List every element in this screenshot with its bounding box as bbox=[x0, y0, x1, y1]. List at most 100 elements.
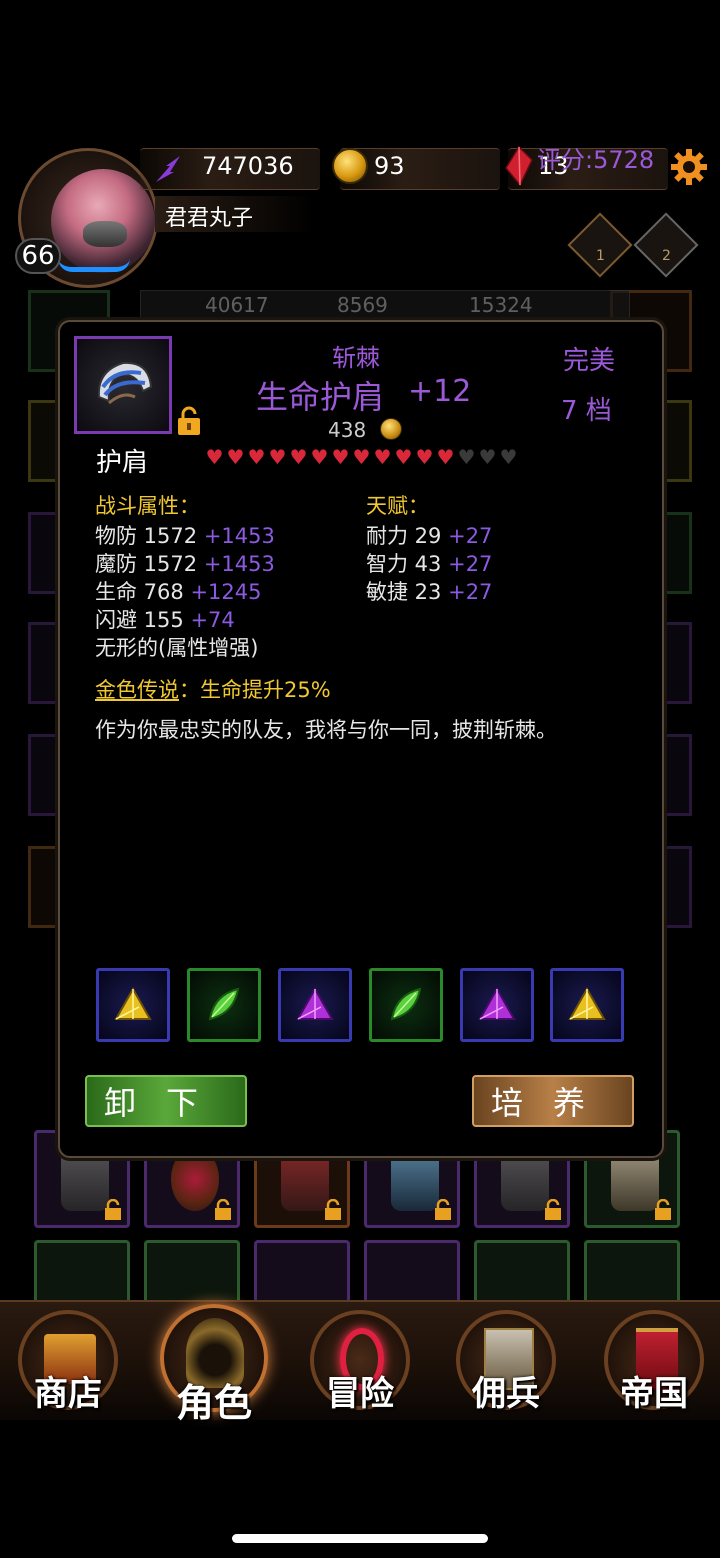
combat-stat: 魔防 1572 +1453 bbox=[95, 548, 275, 578]
heart-full-icon: ♥ bbox=[268, 445, 287, 469]
level-badge: 66 bbox=[15, 238, 61, 274]
item-slot-type: 护肩 bbox=[96, 448, 149, 478]
combat-stat: 物防 1572 +1453 bbox=[95, 520, 275, 550]
unequip-button[interactable]: 卸下 bbox=[85, 1075, 247, 1127]
lock-icon[interactable] bbox=[176, 406, 202, 436]
score-label: 评分:5728 bbox=[537, 146, 655, 174]
gem-socket[interactable] bbox=[369, 968, 443, 1042]
item-flavor-text: 作为你最忠实的队友，我将与你一同，披荆斩棘。 bbox=[95, 718, 557, 742]
stat-name: 敏捷 23 bbox=[366, 580, 442, 604]
stat-name: 物防 1572 bbox=[95, 524, 198, 548]
rank-number: 2 bbox=[662, 248, 671, 264]
xp-bar bbox=[58, 258, 130, 272]
item-cost: 438 bbox=[328, 418, 367, 442]
item-name: 生命护肩 bbox=[256, 378, 385, 416]
green-leaf-icon bbox=[208, 987, 240, 1021]
heart-full-icon: ♥ bbox=[352, 445, 371, 469]
stat-bonus: +27 bbox=[448, 524, 493, 548]
nav-adventure-label: 冒险 bbox=[326, 1374, 394, 1414]
talent-label: 天赋： bbox=[366, 494, 429, 518]
stat-bonus: +1453 bbox=[203, 552, 275, 576]
item-tier: 7 档 bbox=[561, 396, 612, 426]
gold-value: 93 bbox=[374, 152, 405, 180]
stat-bonus: +1453 bbox=[203, 524, 275, 548]
green-leaf-icon bbox=[390, 987, 422, 1021]
red-gem-icon[interactable] bbox=[504, 146, 534, 186]
gold-coin-icon[interactable] bbox=[332, 148, 368, 184]
heart-full-icon: ♥ bbox=[289, 445, 308, 469]
energy-icon bbox=[156, 156, 180, 182]
heart-full-icon: ♥ bbox=[310, 445, 329, 469]
lock-icon bbox=[435, 1199, 451, 1220]
stat-bonus: +74 bbox=[190, 608, 235, 632]
gem-socket[interactable] bbox=[96, 968, 170, 1042]
gold-crystal-icon bbox=[114, 986, 152, 1020]
heart-full-icon: ♥ bbox=[247, 445, 266, 469]
lock-icon bbox=[215, 1199, 231, 1220]
lock-icon bbox=[545, 1199, 561, 1220]
gold-coin-icon bbox=[380, 418, 402, 440]
item-thumbnail bbox=[74, 336, 172, 434]
lock-icon bbox=[325, 1199, 341, 1220]
bottom-nav: 商店 角色 冒险 佣兵 帝国 bbox=[0, 1300, 720, 1425]
background-stat-strip: 40617 8569 15324 bbox=[140, 290, 630, 320]
gem-socket[interactable] bbox=[278, 968, 352, 1042]
heart-empty-icon: ♥ bbox=[478, 445, 497, 469]
talent-stat: 敏捷 23 +27 bbox=[366, 576, 492, 606]
purple-crystal-icon bbox=[296, 986, 334, 1020]
item-affix: 无形的(属性增强) bbox=[95, 636, 259, 660]
legendary-effect: 金色传说：生命提升25% bbox=[95, 674, 331, 704]
nav-shop-label: 商店 bbox=[34, 1374, 102, 1414]
pauldron-icon bbox=[97, 361, 153, 405]
lock-icon bbox=[655, 1199, 671, 1220]
heart-empty-icon: ♥ bbox=[457, 445, 476, 469]
player-name: 君君丸子 bbox=[165, 206, 254, 231]
gold-crystal-icon bbox=[568, 986, 606, 1020]
strip-value: 15324 bbox=[469, 293, 533, 317]
talent-stat: 智力 43 +27 bbox=[366, 548, 492, 578]
energy-value: 747036 bbox=[202, 152, 294, 180]
legendary-effect-value: ：生命提升25% bbox=[179, 678, 331, 702]
strip-value: 8569 bbox=[337, 293, 388, 317]
train-button[interactable]: 培养 bbox=[472, 1075, 634, 1127]
stat-bonus: +27 bbox=[448, 552, 493, 576]
durability-hearts: ♥ ♥ ♥ ♥ ♥ ♥ ♥ ♥ ♥ ♥ ♥ ♥ ♥ ♥ ♥ bbox=[204, 446, 519, 470]
gear-icon[interactable] bbox=[670, 148, 708, 186]
heart-full-icon: ♥ bbox=[415, 445, 434, 469]
heart-full-icon: ♥ bbox=[373, 445, 392, 469]
stat-name: 智力 43 bbox=[366, 552, 442, 576]
heart-full-icon: ♥ bbox=[394, 445, 413, 469]
combat-stats-label: 战斗属性： bbox=[95, 494, 200, 518]
heart-full-icon: ♥ bbox=[436, 445, 455, 469]
stat-name: 魔防 1572 bbox=[95, 552, 198, 576]
gem-socket[interactable] bbox=[550, 968, 624, 1042]
heart-full-icon: ♥ bbox=[205, 445, 224, 469]
rank-badge-2[interactable] bbox=[633, 212, 699, 278]
stat-name: 生命 768 bbox=[95, 580, 184, 604]
rank-number: 1 bbox=[596, 248, 605, 264]
nav-mercenary-label: 佣兵 bbox=[472, 1374, 540, 1414]
stat-name: 闪避 155 bbox=[95, 608, 184, 632]
stat-bonus: +27 bbox=[448, 580, 493, 604]
home-indicator[interactable] bbox=[232, 1534, 488, 1543]
nav-empire-label: 帝国 bbox=[620, 1374, 688, 1414]
nav-character-label: 角色 bbox=[175, 1380, 252, 1425]
item-set-name: 斩棘 bbox=[332, 344, 380, 372]
purple-crystal-icon bbox=[478, 986, 516, 1020]
heart-full-icon: ♥ bbox=[331, 445, 350, 469]
gem-socket[interactable] bbox=[460, 968, 534, 1042]
item-enhance-level: +12 bbox=[408, 374, 472, 409]
strip-value: 40617 bbox=[205, 293, 269, 317]
combat-stat: 生命 768 +1245 bbox=[95, 576, 262, 606]
legendary-effect-link[interactable]: 金色传说 bbox=[95, 678, 179, 702]
heart-full-icon: ♥ bbox=[226, 445, 245, 469]
combat-stat: 闪避 155 +74 bbox=[95, 604, 235, 634]
lock-icon bbox=[105, 1199, 121, 1220]
rank-badge-1[interactable] bbox=[567, 212, 633, 278]
heart-empty-icon: ♥ bbox=[499, 445, 518, 469]
gem-socket[interactable] bbox=[187, 968, 261, 1042]
stat-name: 耐力 29 bbox=[366, 524, 442, 548]
talent-stat: 耐力 29 +27 bbox=[366, 520, 492, 550]
stat-bonus: +1245 bbox=[190, 580, 262, 604]
avatar-mask bbox=[83, 221, 127, 247]
